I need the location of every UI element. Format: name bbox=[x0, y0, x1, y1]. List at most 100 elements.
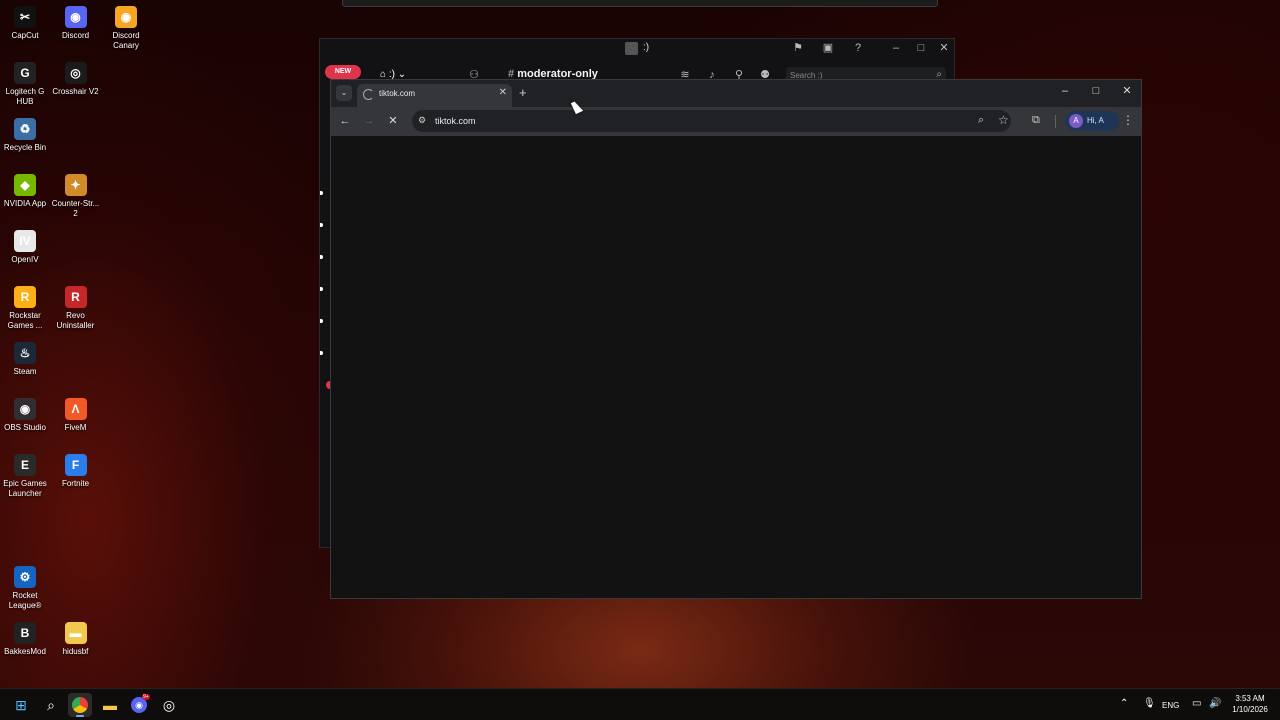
app-icon: B bbox=[14, 622, 36, 644]
discord-titlebar[interactable]: :) ⚑ ▣ ? – □ ✕ bbox=[320, 39, 954, 59]
desktop-icon[interactable]: G Logitech G HUB bbox=[0, 62, 51, 107]
app-icon: ✦ bbox=[64, 174, 87, 196]
toolbar-divider bbox=[1055, 115, 1056, 128]
clock[interactable]: 3:53 AM 1/10/2026 bbox=[1224, 694, 1276, 714]
clock-date: 1/10/2026 bbox=[1232, 705, 1268, 714]
page-content bbox=[331, 136, 1141, 598]
desktop-icon[interactable]: R Revo Uninstaller bbox=[50, 286, 102, 331]
app-icon: ◎ bbox=[64, 62, 87, 84]
desktop-icon-label: CapCut bbox=[11, 31, 39, 40]
desktop-icon[interactable]: R Rockstar Games ... bbox=[0, 286, 51, 331]
desktop-icon[interactable]: ◉ Discord bbox=[50, 6, 102, 41]
desktop-icon-label: BakkesMod bbox=[4, 647, 46, 656]
search-button[interactable]: ⌕ bbox=[39, 693, 63, 717]
start-button[interactable]: ⊞ bbox=[9, 693, 33, 717]
app-icon: ▬ bbox=[64, 622, 87, 644]
language-indicator[interactable]: ENG bbox=[1162, 701, 1179, 710]
server-indicator bbox=[320, 255, 323, 259]
desktop-icon[interactable]: ◆ NVIDIA App bbox=[0, 174, 51, 209]
desktop-icon[interactable]: ✂ CapCut bbox=[0, 6, 51, 41]
app-icon: ♨ bbox=[14, 342, 36, 364]
maximize-icon[interactable]: □ bbox=[914, 41, 928, 55]
tab-tiktok[interactable]: tiktok.com ✕ bbox=[357, 84, 512, 107]
clock-time: 3:53 AM bbox=[1235, 694, 1265, 703]
desktop-icon[interactable]: ▬ hidusbf bbox=[50, 622, 102, 657]
app-icon: F bbox=[64, 454, 87, 476]
extensions-icon[interactable]: ⧉ bbox=[1032, 114, 1040, 127]
app-icon: ◉ bbox=[115, 6, 137, 28]
desktop-icon[interactable]: ◎ Crosshair V2 bbox=[50, 62, 102, 97]
address-bar[interactable]: ⚙ tiktok.com ⌕ ☆ bbox=[412, 110, 1011, 132]
desktop-icon[interactable]: ♨ Steam bbox=[0, 342, 51, 377]
chrome-window[interactable]: ⌄ tiktok.com ✕ + – □ ✕ ← → ✕ ⚙ tiktok.co… bbox=[330, 79, 1142, 599]
profile-avatar: A bbox=[1069, 114, 1083, 128]
taskbar: ⊞ ⌕ ▬ ◉ 9+ ◎ ⌃ 🎙 ENG ▭ 🔊 3:53 AM 1/10/20… bbox=[0, 688, 1280, 720]
search-icon[interactable]: ⌕ bbox=[978, 114, 984, 127]
taskbar-file-explorer[interactable]: ▬ bbox=[98, 693, 122, 717]
tab-title: tiktok.com bbox=[379, 89, 416, 98]
desktop-icon[interactable]: ✦ Counter-Str... 2 bbox=[50, 174, 102, 219]
loading-spinner-icon bbox=[363, 89, 374, 100]
minimize-button[interactable]: – bbox=[1058, 84, 1072, 98]
flag-icon[interactable]: ⚑ bbox=[791, 41, 805, 55]
crosshair-icon: ◎ bbox=[162, 696, 176, 713]
maximize-button[interactable]: □ bbox=[1089, 84, 1103, 98]
desktop-icon-label: Crosshair V2 bbox=[52, 87, 99, 96]
chrome-toolbar: ← → ✕ ⚙ tiktok.com ⌕ ☆ ⧉ A Hi, A ⋮ bbox=[331, 107, 1141, 136]
desktop-icon[interactable]: ♻ Recycle Bin bbox=[0, 118, 51, 153]
desktop-icon[interactable]: E Epic Games Launcher bbox=[0, 454, 51, 499]
bookmark-star-icon[interactable]: ☆ bbox=[998, 113, 1009, 127]
taskbar-crosshair[interactable]: ◎ bbox=[157, 693, 181, 717]
url-text: tiktok.com bbox=[435, 116, 476, 126]
desktop-icon-label: Fortnite bbox=[61, 479, 90, 488]
network-icon[interactable]: ▭ bbox=[1192, 698, 1201, 709]
desktop-icon-label: Epic Games Launcher bbox=[3, 479, 47, 498]
app-icon: ♻ bbox=[14, 118, 36, 140]
server-indicator bbox=[320, 319, 323, 323]
new-tab-button[interactable]: + bbox=[519, 85, 527, 100]
desktop-icon-label: Discord bbox=[61, 31, 90, 40]
desktop-icon[interactable]: Λ FiveM bbox=[50, 398, 102, 433]
desktop-icon-label: Counter-Str... 2 bbox=[51, 199, 100, 218]
profile-button[interactable]: A Hi, A bbox=[1065, 111, 1119, 131]
kebab-menu-icon[interactable]: ⋮ bbox=[1122, 113, 1134, 127]
site-info-icon[interactable]: ⚙ bbox=[418, 115, 426, 126]
discord-window-title: :) bbox=[643, 42, 650, 53]
desktop-icon[interactable]: IV OpenIV bbox=[0, 230, 51, 265]
folder-icon: ▬ bbox=[103, 697, 117, 713]
app-icon: Λ bbox=[64, 398, 87, 420]
help-icon[interactable]: ? bbox=[851, 41, 865, 55]
inbox-icon[interactable]: ▣ bbox=[821, 41, 835, 55]
app-icon: G bbox=[14, 62, 36, 84]
tab-search-button[interactable]: ⌄ bbox=[336, 85, 352, 101]
stop-loading-button[interactable]: ✕ bbox=[386, 114, 400, 128]
desktop-icon-label: Rockstar Games ... bbox=[7, 311, 43, 330]
desktop-icon-label: OBS Studio bbox=[4, 423, 46, 432]
taskbar-discord[interactable]: ◉ 9+ bbox=[127, 693, 151, 717]
volume-icon[interactable]: 🔊 bbox=[1209, 698, 1221, 709]
close-window-button[interactable]: ✕ bbox=[1120, 84, 1134, 98]
desktop-icon[interactable]: ◉ Discord Canary bbox=[100, 6, 152, 51]
forward-button[interactable]: → bbox=[362, 114, 376, 128]
desktop-icon-label: Logitech G HUB bbox=[5, 87, 45, 106]
desktop-icon[interactable]: ⚙ Rocket League® bbox=[0, 566, 51, 611]
tab-strip[interactable]: ⌄ tiktok.com ✕ + – □ ✕ bbox=[331, 80, 1141, 107]
desktop-icon-label: Revo Uninstaller bbox=[56, 311, 95, 330]
back-button[interactable]: ← bbox=[338, 114, 352, 128]
desktop-icon-label: hidusbf bbox=[62, 647, 89, 656]
desktop-icon[interactable]: F Fortnite bbox=[50, 454, 102, 489]
minimize-icon[interactable]: – bbox=[889, 41, 903, 55]
chrome-icon bbox=[72, 697, 88, 713]
taskbar-chrome[interactable] bbox=[68, 693, 92, 717]
microphone-icon[interactable]: 🎙 bbox=[1143, 698, 1156, 709]
desktop-icon[interactable]: B BakkesMod bbox=[0, 622, 51, 657]
tab-close-button[interactable]: ✕ bbox=[499, 87, 507, 98]
app-icon: ◆ bbox=[14, 174, 36, 196]
chevron-up-icon[interactable]: ⌃ bbox=[1120, 698, 1128, 709]
close-icon[interactable]: ✕ bbox=[937, 41, 951, 55]
desktop-icon-label: OpenIV bbox=[11, 255, 39, 264]
app-icon: ◉ bbox=[64, 6, 87, 28]
app-icon: ◉ bbox=[14, 398, 36, 420]
background-window-strip bbox=[342, 0, 938, 7]
desktop-icon[interactable]: ◉ OBS Studio bbox=[0, 398, 51, 433]
